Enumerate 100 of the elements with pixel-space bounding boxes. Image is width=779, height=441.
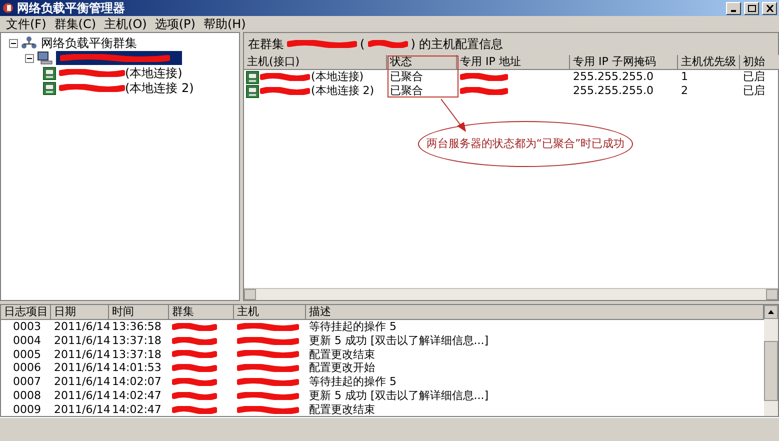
column-header[interactable]: 主机	[234, 305, 306, 320]
table-cell-text: 13:37:18	[111, 334, 162, 348]
table-cell-text: 等待挂起的操作 5	[308, 375, 398, 389]
redaction-mark	[237, 350, 299, 358]
table-cell-text: 14:02:47	[111, 388, 162, 403]
table-cell-text: 14:02:07	[111, 375, 162, 389]
table-cell-text: 0003	[12, 320, 42, 334]
collapse-toggle[interactable]	[9, 38, 18, 48]
redaction-mark	[172, 392, 217, 400]
redaction-mark	[172, 364, 217, 372]
network-cluster-icon	[21, 36, 37, 50]
table-cell-text: 等待挂起的操作 5	[308, 320, 398, 334]
panel-heading: ) 的主机配置信息	[410, 36, 504, 53]
table-cell-text: 2	[680, 84, 689, 98]
column-header[interactable]: 专用 IP 地址	[457, 55, 570, 70]
redaction-mark	[237, 336, 299, 345]
computer-icon	[246, 84, 259, 98]
column-header[interactable]: 状态	[387, 55, 457, 70]
redaction-mark	[237, 378, 299, 386]
menu-item[interactable]: 文件(F)	[2, 15, 50, 33]
table-cell-text: 0005	[12, 348, 42, 362]
table-cell-text: 0007	[12, 375, 42, 389]
column-header[interactable]: 主机优先级	[678, 55, 740, 70]
up-arrow-icon	[768, 310, 774, 314]
redaction-mark	[260, 87, 310, 95]
table-cell-text: 14:01:53	[111, 361, 162, 376]
column-header[interactable]: 日志项目	[1, 305, 51, 320]
table-cell-text: 2011/6/14	[53, 334, 109, 348]
tree-item[interactable]: (本地连接)	[59, 66, 182, 80]
table-cell-text: 已启	[742, 70, 766, 84]
table-cell-text: 14:02:47	[111, 402, 162, 417]
redaction-mark	[460, 73, 508, 81]
redaction-mark	[287, 40, 357, 48]
column-header[interactable]: 群集	[169, 305, 234, 320]
table-cell-text: 2011/6/14	[53, 388, 109, 403]
table-cell-text: 2011/6/14	[53, 320, 109, 334]
table-cell-text: 13:37:18	[111, 348, 162, 362]
callout-ellipse: 两台服务器的状态都为“已聚合”时已成功	[418, 121, 633, 167]
close-icon	[766, 4, 774, 12]
redaction-mark	[172, 336, 217, 345]
redaction-mark	[237, 364, 299, 372]
menu-item[interactable]: 主机(O)	[100, 15, 151, 33]
vertical-scrollbar[interactable]	[764, 305, 778, 416]
panel-heading: (	[360, 36, 365, 53]
table-cell-text: 配置更改结束	[308, 402, 376, 417]
arrow	[440, 98, 468, 133]
table-cell-text: 2011/6/14	[53, 402, 109, 417]
table-cell-text: 配置更改结束	[308, 348, 376, 362]
column-header[interactable]: 专用 IP 子网掩码	[570, 55, 678, 70]
minus-icon	[11, 40, 16, 46]
column-header[interactable]: 主机(接口)	[244, 55, 387, 70]
computer-icon	[246, 70, 259, 84]
table-cell-text: 2011/6/14	[53, 361, 109, 376]
table-cell-text: 2011/6/14	[53, 375, 109, 389]
table-cell-text: 255.255.255.0	[572, 84, 654, 98]
column-header[interactable]: 时间	[109, 305, 169, 320]
tree-item[interactable]: 网络负载平衡群集	[40, 36, 138, 50]
menu-item[interactable]: 选项(P)	[150, 15, 200, 33]
menu-item[interactable]: 群集(C)	[50, 15, 100, 33]
computer-icon	[43, 66, 56, 80]
table-cell-text: 已启	[742, 84, 766, 98]
maximize-button[interactable]	[744, 2, 759, 14]
redaction-mark	[172, 322, 217, 331]
horizontal-scrollbar[interactable]	[244, 288, 778, 300]
table-cell-text: 255.255.255.0	[572, 70, 654, 84]
column-header[interactable]: 描述	[306, 305, 764, 320]
minimize-button[interactable]	[726, 2, 741, 14]
highlight-frame	[387, 55, 459, 98]
table-cell-text: 配置更改开始	[308, 361, 376, 376]
table-cell-text: 13:36:58	[111, 320, 162, 334]
tree-item[interactable]	[56, 51, 182, 65]
table-cell-text: 0004	[12, 334, 42, 348]
redaction-mark	[368, 40, 408, 48]
table-cell-text: 更新 5 成功 [双击以了解详细信息...]	[308, 388, 490, 403]
table-cell-text: 2011/6/14	[53, 348, 109, 362]
table-cell: (本地连接 2)	[311, 84, 374, 98]
redaction-mark	[172, 378, 217, 386]
app-icon	[2, 2, 14, 14]
column-header[interactable]: 日期	[51, 305, 109, 320]
redaction-mark	[237, 322, 299, 331]
table-cell-text: 已聚合	[389, 84, 424, 98]
minus-icon	[27, 56, 32, 60]
menu-item[interactable]: 帮助(H)	[199, 15, 250, 33]
server-icon	[37, 51, 53, 65]
redaction-mark	[59, 69, 125, 77]
redaction-mark	[237, 406, 299, 414]
redaction-mark	[172, 350, 217, 358]
close-button[interactable]	[762, 2, 777, 14]
redaction-mark	[460, 87, 508, 95]
table-cell-text: 1	[680, 70, 689, 84]
panel-heading: 在群集	[248, 36, 284, 53]
collapse-toggle[interactable]	[25, 54, 34, 62]
maximize-icon	[748, 4, 756, 12]
table-cell: (本地连接)	[311, 70, 364, 84]
window-title: 网络负载平衡管理器	[17, 1, 126, 15]
tree-item[interactable]: (本地连接 2)	[59, 81, 194, 95]
table-cell-text: 已聚合	[389, 70, 424, 84]
column-header[interactable]: 初始	[740, 55, 779, 70]
table-cell-text: 0006	[12, 361, 42, 376]
computer-icon	[43, 82, 56, 94]
